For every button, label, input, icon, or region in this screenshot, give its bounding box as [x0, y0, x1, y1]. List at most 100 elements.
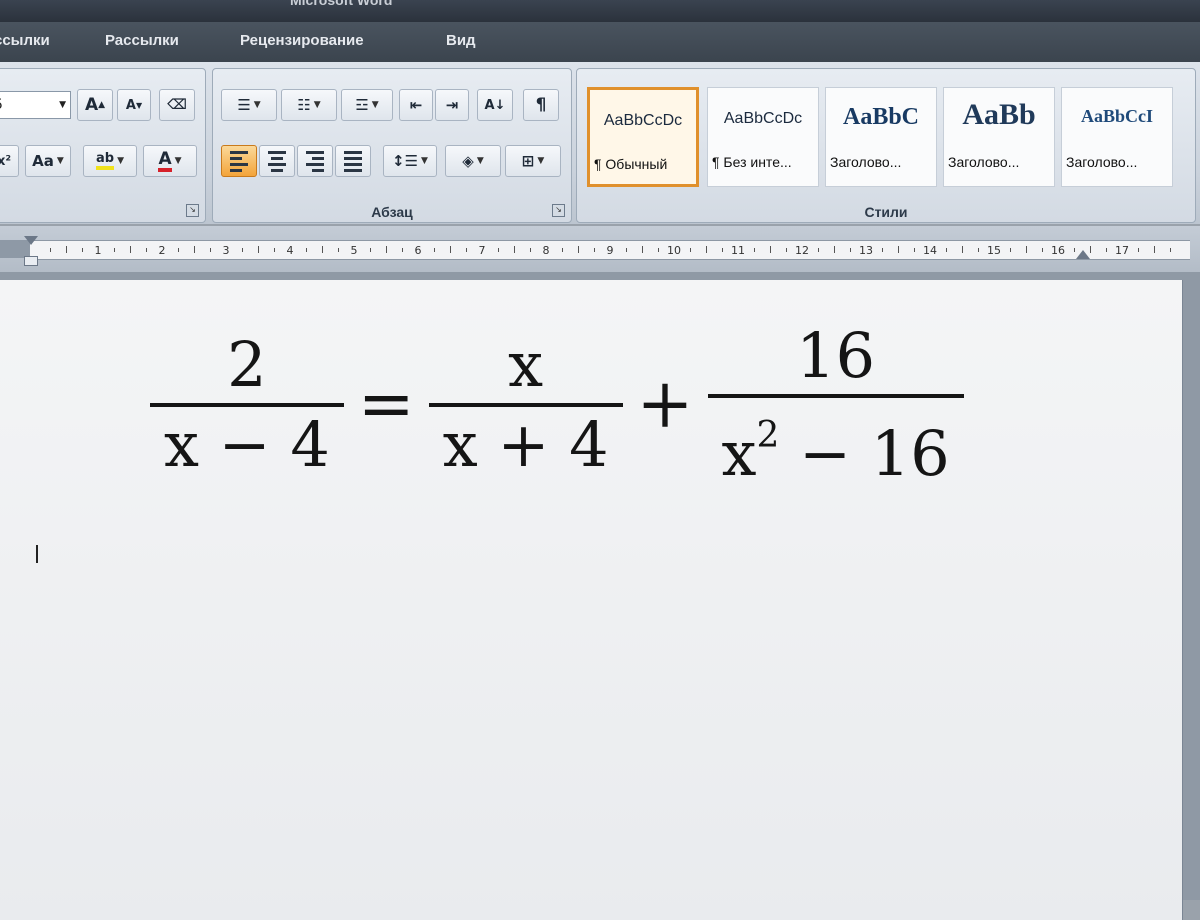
- ruler-minor-tick: [514, 246, 515, 253]
- style-heading-3[interactable]: AaBbCcI Заголово...: [1061, 87, 1173, 187]
- grow-font-button[interactable]: A ▲: [77, 89, 113, 121]
- highlight-button[interactable]: ab ▼: [83, 145, 137, 177]
- ruler-minor-tick: [66, 246, 67, 253]
- ruler-tick-label: 15: [987, 244, 1001, 257]
- font-color-button[interactable]: A ▼: [143, 145, 197, 177]
- decrease-indent-button[interactable]: ⇤: [399, 89, 433, 121]
- text-cursor: [36, 545, 38, 563]
- align-left-button[interactable]: [221, 145, 257, 177]
- ruler-minor-tick: [642, 246, 643, 253]
- term2-fraction: 16 x2 − 16: [707, 318, 964, 492]
- sort-button[interactable]: A↓: [477, 89, 513, 121]
- align-right-icon: [306, 150, 324, 172]
- style-name: Заголово...: [830, 154, 902, 170]
- change-case-button[interactable]: Aa ▼: [25, 145, 71, 177]
- justify-button[interactable]: [335, 145, 371, 177]
- ruler-minor-tick: [978, 248, 979, 252]
- align-center-button[interactable]: [259, 145, 295, 177]
- chevron-down-icon: ▼: [59, 100, 66, 110]
- chevron-down-icon: ▼: [174, 156, 182, 166]
- superscript-button[interactable]: x²: [0, 145, 19, 177]
- first-line-indent-marker[interactable]: [24, 236, 38, 245]
- right-indent-marker[interactable]: [1076, 250, 1090, 259]
- ruler-minor-tick: [1042, 248, 1043, 252]
- style-sample: AaBbCcDc: [603, 112, 683, 129]
- ruler-minor-tick: [818, 248, 819, 252]
- ruler-minor-tick: [1154, 246, 1155, 253]
- ruler-minor-tick: [898, 246, 899, 253]
- style-name: Заголово...: [948, 154, 1020, 170]
- ruler-tick-label: 13: [859, 244, 873, 257]
- borders-icon: ⊞: [521, 152, 535, 170]
- borders-button[interactable]: ⊞ ▼: [505, 145, 561, 177]
- numbering-button[interactable]: ☷ ▼: [281, 89, 337, 121]
- term1-denominator: x + 4: [442, 408, 609, 481]
- document-page[interactable]: 2 x − 4 = x x + 4 + 16 x2 − 16: [0, 280, 1183, 920]
- decrease-indent-icon: ⇤: [409, 96, 423, 114]
- clear-formatting-button[interactable]: ⌫: [159, 89, 195, 121]
- tab-view[interactable]: Вид: [446, 32, 476, 49]
- ruler-minor-tick: [274, 248, 275, 252]
- font-dialog-launcher[interactable]: ↘: [186, 204, 199, 217]
- ribbon: 5 ▼ A▲ A▼ ⌫ x² Aa▼ ab▼ A▼ ↘ ☰▼ ☷▼: [0, 62, 1200, 224]
- styles-group-label: Стили: [864, 204, 908, 220]
- style-sample: AaBbCcI: [1080, 106, 1153, 126]
- ruler-tick-label: 1: [94, 244, 102, 257]
- ruler-minor-tick: [946, 248, 947, 252]
- chevron-down-icon: ▼: [56, 156, 64, 166]
- term2-denominator: x2 − 16: [708, 398, 964, 492]
- ruler-minor-tick: [850, 248, 851, 252]
- window-title: Microsoft Word: [290, 0, 393, 8]
- ruler-minor-tick: [338, 248, 339, 252]
- ruler-track: 1 2 3 4 5 6 7 8 9 10 11 12 13 14 15 16 17: [30, 240, 1190, 260]
- highlighter-icon: ab: [96, 152, 115, 170]
- ruler-minor-tick: [306, 248, 307, 252]
- left-indent-marker[interactable]: [24, 256, 38, 266]
- lhs-fraction: 2 x − 4: [150, 327, 344, 483]
- ruler-minor-tick: [786, 248, 787, 252]
- align-right-button[interactable]: [297, 145, 333, 177]
- ruler-minor-tick: [82, 248, 83, 252]
- style-normal[interactable]: AaBbCcDc ¶ Обычный: [587, 87, 699, 187]
- style-name: ¶ Обычный: [594, 156, 668, 172]
- ruler-minor-tick: [1010, 248, 1011, 252]
- multilevel-list-button[interactable]: ☲ ▼: [341, 89, 393, 121]
- tab-review[interactable]: Рецензирование: [240, 32, 364, 49]
- chevron-down-icon: ▼: [537, 156, 545, 166]
- tab-mailings[interactable]: Рассылки: [105, 32, 179, 49]
- font-size-input[interactable]: 5 ▼: [0, 91, 71, 119]
- line-spacing-button[interactable]: ↕☰ ▼: [383, 145, 437, 177]
- ribbon-tab-bar: ссылки Рассылки Рецензирование Вид: [0, 22, 1200, 62]
- paragraph-group: ☰ ▼ ☷ ▼ ☲ ▼ ⇤ ⇥ A↓ ¶ ↕☰ ▼ ◈ ▼ ⊞ ▼ Абзац …: [212, 68, 572, 223]
- increase-indent-button[interactable]: ⇥: [435, 89, 469, 121]
- style-heading-1[interactable]: AaBbC Заголово...: [825, 87, 937, 187]
- equation[interactable]: 2 x − 4 = x x + 4 + 16 x2 − 16: [150, 305, 964, 505]
- ruler-tick-label: 12: [795, 244, 809, 257]
- style-name: ¶ Без инте...: [712, 154, 792, 170]
- paint-bucket-icon: ◈: [462, 152, 474, 170]
- chevron-down-icon: ▼: [476, 156, 484, 166]
- paragraph-dialog-launcher[interactable]: ↘: [552, 204, 565, 217]
- denominator-rest: − 16: [779, 417, 950, 490]
- ruler-minor-tick: [722, 248, 723, 252]
- ruler-tick-label: 14: [923, 244, 937, 257]
- shrink-font-button[interactable]: A ▼: [117, 89, 151, 121]
- ruler-minor-tick: [770, 246, 771, 253]
- ruler-tick-label: 9: [606, 244, 614, 257]
- font-color-icon: A: [158, 150, 172, 172]
- shading-button[interactable]: ◈ ▼: [445, 145, 501, 177]
- denominator-exponent: 2: [756, 415, 780, 456]
- horizontal-ruler[interactable]: 1 2 3 4 5 6 7 8 9 10 11 12 13 14 15 16 17: [0, 226, 1200, 272]
- ruler-minor-tick: [498, 248, 499, 252]
- tab-references[interactable]: ссылки: [0, 32, 50, 49]
- style-heading-2[interactable]: AaBb Заголово...: [943, 87, 1055, 187]
- ruler-minor-tick: [466, 248, 467, 252]
- ruler-minor-tick: [1090, 246, 1091, 253]
- ruler-minor-tick: [114, 248, 115, 252]
- style-no-spacing[interactable]: AaBbCcDc ¶ Без инте...: [707, 87, 819, 187]
- ruler-minor-tick: [626, 248, 627, 252]
- show-formatting-button[interactable]: ¶: [523, 89, 559, 121]
- font-size-value: 5: [0, 97, 3, 113]
- lhs-denominator: x − 4: [164, 408, 330, 481]
- bullets-button[interactable]: ☰ ▼: [221, 89, 277, 121]
